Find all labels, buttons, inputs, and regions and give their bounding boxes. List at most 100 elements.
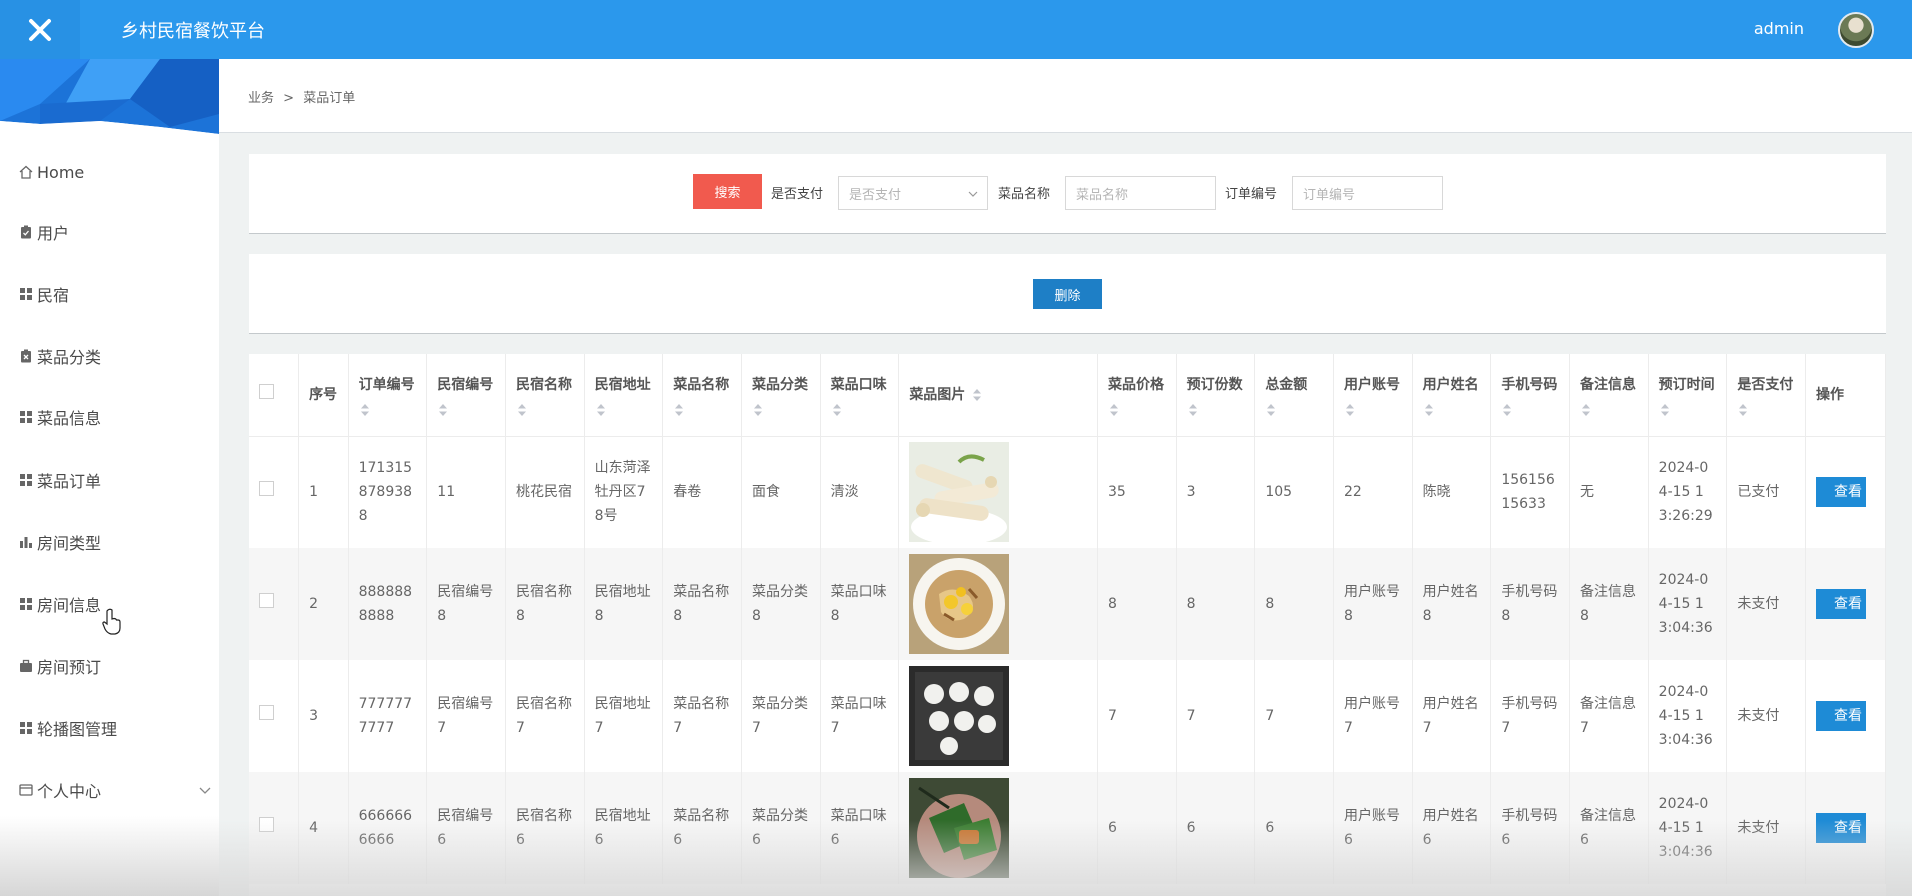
dumplings-image[interactable] — [909, 666, 1010, 766]
view-button[interactable]: 查看 — [1816, 477, 1867, 508]
col-user-name[interactable]: 用户姓名 — [1412, 354, 1492, 437]
col-total[interactable]: 总金额 — [1254, 354, 1334, 437]
egg-stirfry-image[interactable] — [909, 554, 1010, 654]
sort-icon[interactable] — [1423, 403, 1435, 417]
sort-icon[interactable] — [437, 403, 449, 417]
sort-icon[interactable] — [1344, 403, 1356, 417]
action-panel: 删除 — [249, 254, 1886, 334]
cell-remark: 备注信息6 — [1569, 772, 1649, 884]
cell-phone: 15615615633 — [1490, 436, 1570, 548]
table-row: 1 1713158789388 11 桃花民宿 山东菏泽牡丹区78号 春卷 面食… — [249, 436, 1886, 548]
sidebar-item-label: 房间预订 — [37, 658, 102, 677]
sidebar-item-dish-orders[interactable]: 菜品订单 — [17, 465, 217, 495]
cell-dish-name: 菜品名称6 — [662, 772, 742, 884]
avatar[interactable] — [1838, 12, 1874, 48]
sort-icon[interactable] — [1659, 403, 1671, 417]
cell-paid: 未支付 — [1726, 772, 1807, 884]
table-row: 4 6666666666 民宿编号6 民宿名称6 民宿地址6 菜品名称6 菜品分… — [249, 772, 1886, 884]
col-homestay-addr[interactable]: 民宿地址 — [584, 354, 664, 437]
delete-button[interactable]: 删除 — [1033, 279, 1102, 309]
sort-icon[interactable] — [516, 403, 528, 417]
col-user-name-label: 用户姓名 — [1422, 376, 1479, 393]
paid-filter-select[interactable]: 是否支付 — [838, 176, 988, 210]
row-checkbox[interactable] — [259, 593, 274, 608]
cell-dish-img — [898, 660, 1098, 772]
sidebar-item-room-type[interactable]: 房间类型 — [17, 527, 217, 557]
cell-homestay-name: 民宿名称7 — [505, 660, 585, 772]
col-homestay-no[interactable]: 民宿编号 — [426, 354, 506, 437]
col-order-no[interactable]: 订单编号 — [348, 354, 428, 437]
sort-icon[interactable] — [752, 403, 764, 417]
clipboard-icon — [21, 225, 31, 239]
cell-user-acct: 22 — [1333, 436, 1413, 548]
sidebar-item-carousel[interactable]: 轮播图管理 — [17, 713, 217, 743]
order-no-label: 订单编号 — [1225, 187, 1278, 202]
cell-dish-taste: 菜品口味6 — [820, 772, 900, 884]
col-seq: 序号 — [298, 354, 349, 437]
cell-dish-name: 春卷 — [662, 436, 742, 548]
col-paid[interactable]: 是否支付 — [1726, 354, 1807, 437]
sidebar-item-dish-category[interactable]: 菜品分类 — [17, 341, 217, 371]
col-qty[interactable]: 预订份数 — [1176, 354, 1256, 437]
close-sidebar-button[interactable] — [0, 0, 80, 59]
col-homestay-name[interactable]: 民宿名称 — [505, 354, 585, 437]
dish-name-input[interactable]: 菜品名称 — [1065, 176, 1216, 210]
order-no-input[interactable]: 订单编号 — [1292, 176, 1443, 210]
admin-username[interactable]: admin — [1754, 19, 1804, 38]
row-checkbox[interactable] — [259, 817, 274, 832]
cell-seq: 4 — [298, 772, 349, 884]
col-remark[interactable]: 备注信息 — [1569, 354, 1649, 437]
col-order-time[interactable]: 预订时间 — [1648, 354, 1728, 437]
sidebar-item-users[interactable]: 用户 — [17, 217, 217, 247]
row-checkbox[interactable] — [259, 481, 274, 497]
cell-qty: 6 — [1176, 772, 1256, 884]
sort-icon[interactable] — [595, 403, 607, 417]
sort-icon[interactable] — [971, 388, 983, 402]
view-button[interactable]: 查看 — [1816, 589, 1867, 619]
col-op-label: 操作 — [1816, 386, 1845, 403]
sort-icon[interactable] — [1187, 403, 1199, 417]
col-phone[interactable]: 手机号码 — [1490, 354, 1570, 437]
top-header: 乡村民宿餐饮平台 admin — [0, 0, 1912, 59]
paid-filter-label: 是否支付 — [771, 187, 824, 202]
cell-remark: 备注信息7 — [1569, 660, 1649, 772]
cell-order-time: 2024-04-15 13:04:36 — [1648, 772, 1728, 884]
sidebar-item-homestay[interactable]: 民宿 — [17, 279, 217, 309]
view-button[interactable]: 查看 — [1816, 701, 1867, 731]
breadcrumb-root[interactable]: 业务 — [248, 91, 274, 106]
col-dish-img[interactable]: 菜品图片 — [898, 354, 1098, 437]
col-dish-taste[interactable]: 菜品口味 — [820, 354, 900, 437]
sidebar-item-room-booking[interactable]: 房间预订 — [17, 651, 217, 681]
leaf-wraps-image[interactable] — [909, 778, 1010, 878]
view-button[interactable]: 查看 — [1816, 813, 1867, 843]
sidebar-item-label: 菜品信息 — [37, 409, 102, 428]
bar-chart-icon — [20, 537, 32, 548]
select-all-checkbox[interactable] — [259, 383, 274, 399]
spring-rolls-image[interactable] — [909, 442, 1010, 543]
sort-icon[interactable] — [1580, 403, 1592, 417]
col-user-acct[interactable]: 用户账号 — [1333, 354, 1413, 437]
sidebar-item-personal[interactable]: 个人中心 — [17, 775, 217, 805]
cell-dish-cat: 菜品分类8 — [741, 548, 821, 660]
sidebar-item-room-info[interactable]: 房间信息 — [17, 589, 217, 619]
search-panel: 搜索 是否支付 是否支付 菜品名称 菜品名称 订单编号 订单编号 — [249, 154, 1886, 234]
col-dish-name[interactable]: 菜品名称 — [662, 354, 742, 437]
sort-icon[interactable] — [831, 403, 843, 417]
row-checkbox[interactable] — [259, 705, 274, 720]
sort-icon[interactable] — [1737, 403, 1749, 417]
col-homestay-no-label: 民宿编号 — [437, 376, 494, 393]
sort-icon[interactable] — [359, 403, 371, 417]
col-price[interactable]: 菜品价格 — [1097, 354, 1177, 437]
sort-icon[interactable] — [673, 403, 685, 417]
cell-qty: 3 — [1176, 436, 1256, 548]
cell-homestay-addr: 民宿地址7 — [584, 660, 664, 772]
col-dish-cat[interactable]: 菜品分类 — [741, 354, 821, 437]
col-seq-label: 序号 — [309, 386, 338, 403]
table-row: 2 8888888888 民宿编号8 民宿名称8 民宿地址8 菜品名称8 菜品分… — [249, 548, 1886, 660]
sort-icon[interactable] — [1108, 403, 1120, 417]
sort-icon[interactable] — [1501, 403, 1513, 417]
sidebar-item-home[interactable]: Home — [17, 157, 217, 187]
search-button[interactable]: 搜索 — [693, 174, 762, 209]
sidebar-item-dish-info[interactable]: 菜品信息 — [17, 402, 217, 432]
sort-icon[interactable] — [1265, 403, 1277, 417]
